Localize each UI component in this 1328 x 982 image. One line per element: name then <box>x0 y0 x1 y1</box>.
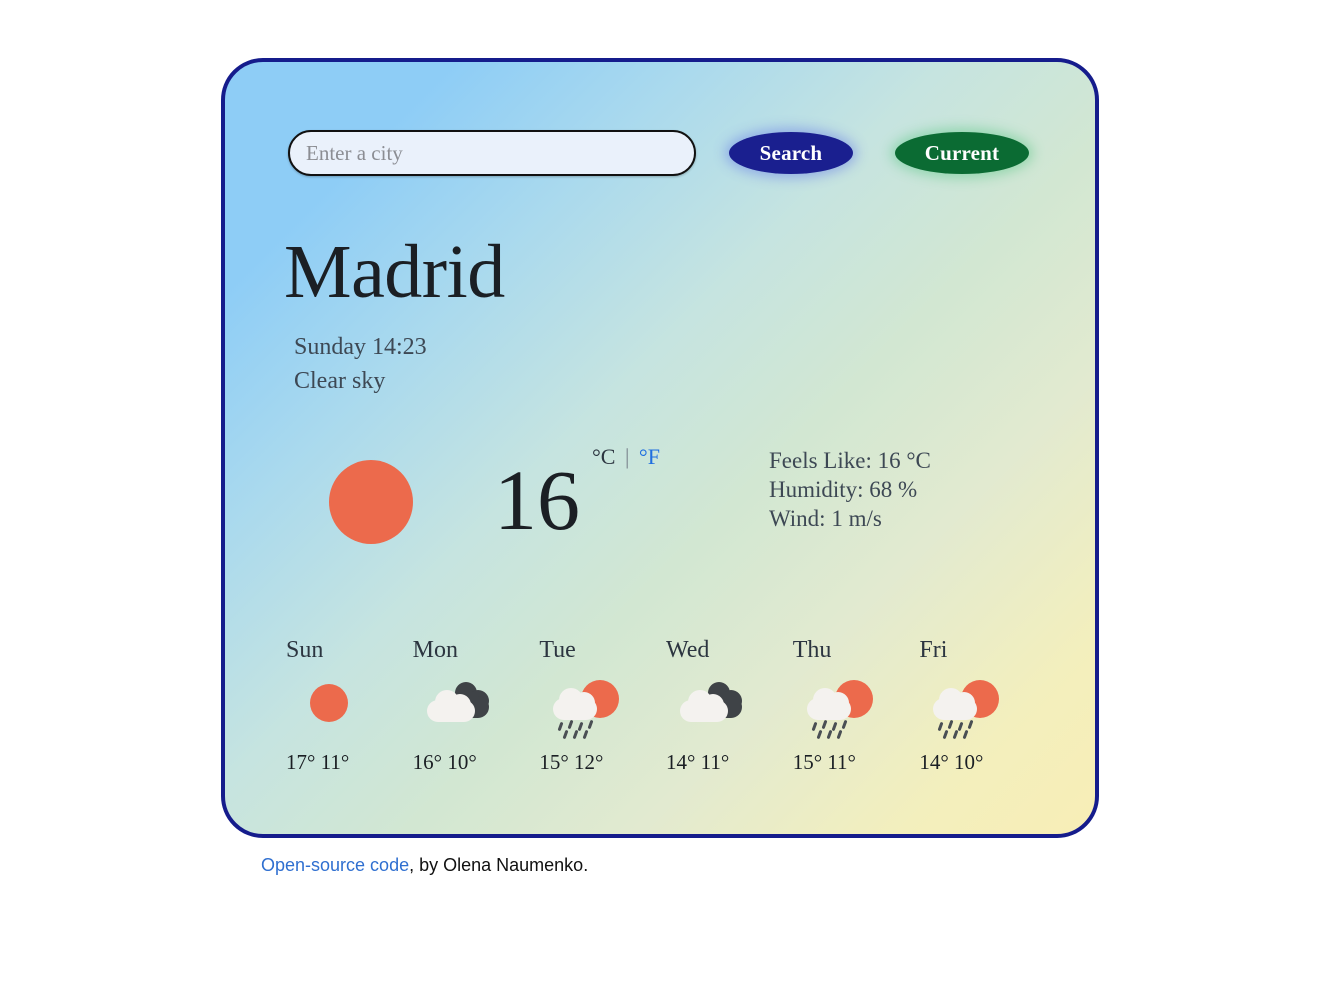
search-button[interactable]: Search <box>729 132 853 174</box>
forecast-temps: 16° 10° <box>412 750 477 774</box>
forecast-day: Fri 14° 10° <box>917 637 1044 775</box>
footer-credit: , by Olena Naumenko. <box>409 855 589 875</box>
forecast-day-name: Wed <box>666 637 710 663</box>
sun-icon <box>292 678 366 738</box>
forecast-temps: 14° 10° <box>919 750 984 774</box>
forecast-day: Sun 17° 11° <box>284 637 411 775</box>
forecast-day-name: Thu <box>792 637 832 663</box>
sun-rain-cloud-icon <box>925 678 1000 740</box>
current-conditions: 16 °C | °F Feels Like: 16 °C Humidity: 6… <box>284 434 1084 554</box>
humidity-value: Humidity: 68 % <box>769 477 918 502</box>
current-temperature: 16 <box>494 452 580 548</box>
forecast-day: Tue 15° 12° <box>537 637 664 775</box>
current-datetime: Sunday 14:23 <box>294 334 427 360</box>
unit-separator: | <box>624 444 630 469</box>
sun-rain-cloud-icon <box>799 678 873 740</box>
celsius-link[interactable]: °C <box>592 444 615 469</box>
forecast-icon-wrap <box>664 678 791 744</box>
current-description: Clear sky <box>294 368 386 394</box>
forecast-icon-wrap <box>284 678 411 744</box>
forecast-temps: 14° 11° <box>666 750 730 774</box>
weather-card: Search Current Madrid Sunday 14:23 Clear… <box>221 58 1099 838</box>
forecast-icon-wrap <box>537 678 664 744</box>
forecast-day: Wed 14° 11° <box>664 637 791 775</box>
forecast-day-name: Fri <box>919 637 948 663</box>
forecast-day-name: Sun <box>286 637 324 663</box>
search-row: Search Current <box>288 130 1048 186</box>
forecast-icon-wrap <box>791 678 918 744</box>
forecast-day: Mon 16° 10° <box>411 637 538 775</box>
fahrenheit-link[interactable]: °F <box>639 444 660 469</box>
app-page: Search Current Madrid Sunday 14:23 Clear… <box>0 0 1328 982</box>
forecast-row: Sun 17° 11° Mon 16° 10° Tue 15° 12° Wed … <box>284 637 1044 775</box>
clouds-icon <box>419 678 493 738</box>
open-source-link[interactable]: Open-source code <box>261 855 409 875</box>
forecast-temps: 17° 11° <box>286 750 350 774</box>
feels-like-value: Feels Like: 16 °C <box>769 448 931 473</box>
city-name: Madrid <box>284 230 505 314</box>
current-location-button[interactable]: Current <box>895 132 1029 174</box>
city-search-input[interactable] <box>288 130 696 176</box>
sun-rain-cloud-icon <box>545 678 620 740</box>
clouds-icon <box>672 678 746 738</box>
forecast-icon-wrap <box>917 678 1044 744</box>
forecast-day-name: Tue <box>539 637 576 663</box>
wind-value: Wind: 1 m/s <box>769 506 882 531</box>
current-details: Feels Like: 16 °C Humidity: 68 % Wind: 1… <box>769 446 931 533</box>
forecast-temps: 15° 12° <box>539 750 604 774</box>
forecast-icon-wrap <box>411 678 538 744</box>
sun-icon <box>329 460 413 544</box>
forecast-temps: 15° 11° <box>792 750 856 774</box>
forecast-day: Thu 15° 11° <box>791 637 918 775</box>
forecast-day-name: Mon <box>412 637 459 663</box>
unit-toggle: °C | °F <box>592 444 660 470</box>
footer: Open-source code, by Olena Naumenko. <box>261 855 588 876</box>
city-meta: Sunday 14:23 Clear sky <box>294 330 427 398</box>
